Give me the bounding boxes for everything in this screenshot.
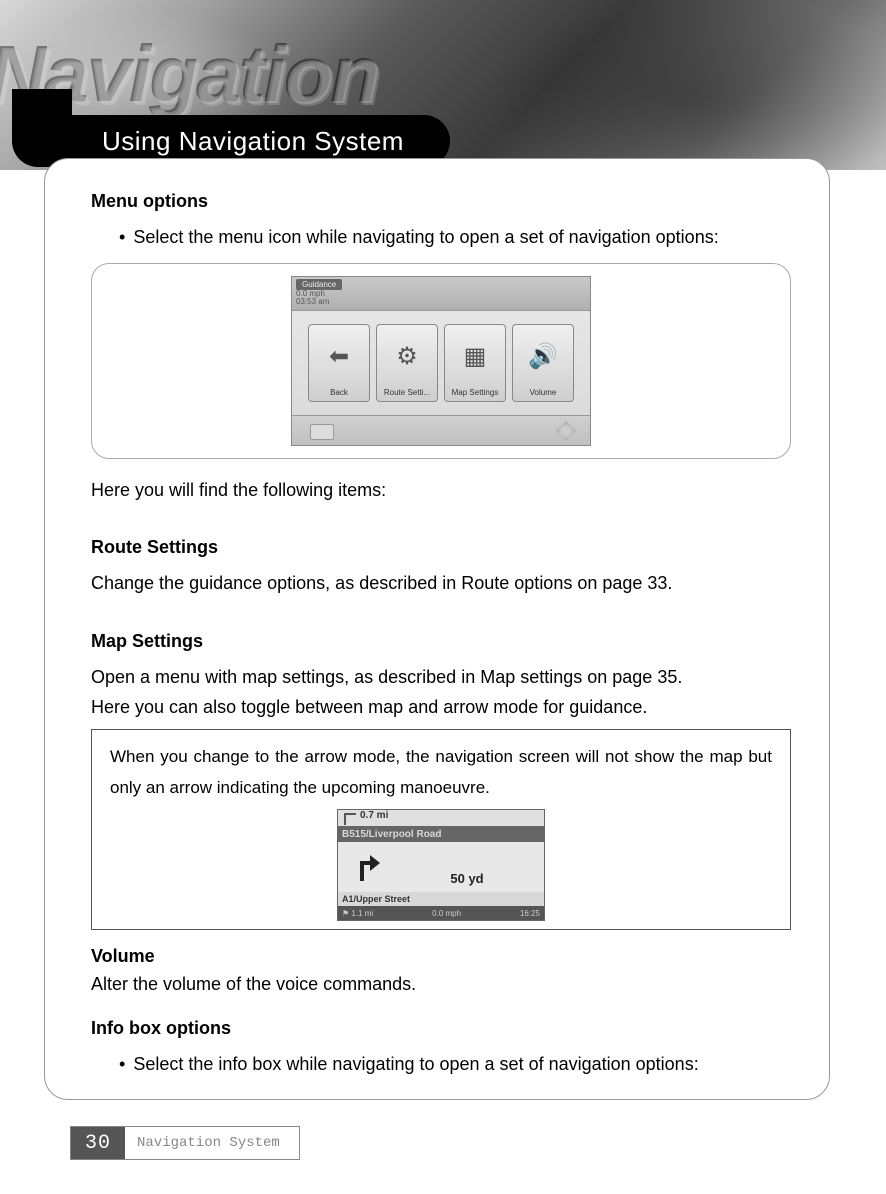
note-arrow-mode: When you change to the arrow mode, the n… (91, 729, 791, 930)
arrow-status-bar: 1.1 mi 0.0 mph 16:25 (338, 906, 544, 920)
arrow-ahead-distance: 0.7 mi (338, 810, 544, 826)
device-bottom-bar (292, 415, 590, 445)
heading-map-settings: Map Settings (91, 631, 793, 652)
turn-right-arrow-icon (338, 842, 390, 892)
text-map-settings-2: Here you can also toggle between map and… (91, 692, 793, 723)
section-title: Using Navigation System (102, 126, 404, 157)
device-tile-row: ⬅ Back ⚙ Route Setti... ▦ Map Settings 🔊… (292, 311, 590, 415)
title-pill-notch (12, 89, 72, 115)
arrow-current-road: A1/Upper Street (338, 892, 544, 906)
figure-menu-screenshot-frame: Guidance 0.0 mph 03:53 am ⬅ Back ⚙ Route… (91, 263, 791, 459)
arrow-status-speed: 0.0 mph (432, 909, 461, 918)
arrow-status-dist: 1.1 mi (342, 909, 373, 918)
text-volume: Alter the volume of the voice commands. (91, 969, 793, 1000)
tile-map-settings: ▦ Map Settings (444, 324, 506, 402)
bullet-dot-icon: • (119, 222, 125, 253)
device-screenshot-arrow-mode: 0.7 mi B515/Liverpool Road 50 yd A1/Uppe… (337, 809, 545, 921)
bullet-info-box: • Select the info box while navigating t… (119, 1049, 793, 1080)
arrow-next-road: B515/Liverpool Road (338, 826, 544, 842)
heading-volume: Volume (91, 946, 793, 967)
heading-route-settings: Route Settings (91, 537, 793, 558)
heading-menu-options: Menu options (91, 191, 793, 212)
text-map-settings-1: Open a menu with map settings, as descri… (91, 662, 793, 693)
device-screenshot-menu: Guidance 0.0 mph 03:53 am ⬅ Back ⚙ Route… (291, 276, 591, 446)
text-route-settings: Change the guidance options, as describe… (91, 568, 793, 599)
tile-back: ⬅ Back (308, 324, 370, 402)
arrow-turn-distance: 50 yd (390, 842, 544, 892)
page-footer: 30 Navigation System (70, 1126, 300, 1160)
map-grid-icon: ▦ (464, 325, 487, 388)
bullet-menu-options: • Select the menu icon while navigating … (119, 222, 793, 253)
text-after-figure: Here you will find the following items: (91, 475, 793, 506)
content-panel: Menu options • Select the menu icon whil… (44, 158, 830, 1100)
arrow-status-time: 16:25 (520, 909, 540, 918)
bullet-dot-icon: • (119, 1049, 125, 1080)
note-text: When you change to the arrow mode, the n… (110, 742, 772, 803)
speaker-icon: 🔊 (528, 325, 558, 388)
tile-label: Volume (530, 388, 557, 397)
arrow-main-row: 50 yd (338, 842, 544, 892)
tile-volume: 🔊 Volume (512, 324, 574, 402)
tile-label: Route Setti... (384, 388, 430, 397)
bullet-text: Select the info box while navigating to … (133, 1049, 698, 1080)
page-number: 30 (71, 1127, 125, 1159)
gear-icon: ⚙ (396, 325, 418, 388)
tile-route-settings: ⚙ Route Setti... (376, 324, 438, 402)
heading-info-box: Info box options (91, 1018, 793, 1039)
tile-label: Map Settings (452, 388, 499, 397)
tile-label: Back (330, 388, 348, 397)
bullet-text: Select the menu icon while navigating to… (133, 222, 718, 253)
back-arrow-icon: ⬅ (329, 325, 349, 388)
device-top-time1: 03:53 am (296, 297, 329, 306)
footer-label: Navigation System (125, 1127, 299, 1159)
device-top-bar: Guidance 0.0 mph 03:53 am (292, 277, 590, 311)
